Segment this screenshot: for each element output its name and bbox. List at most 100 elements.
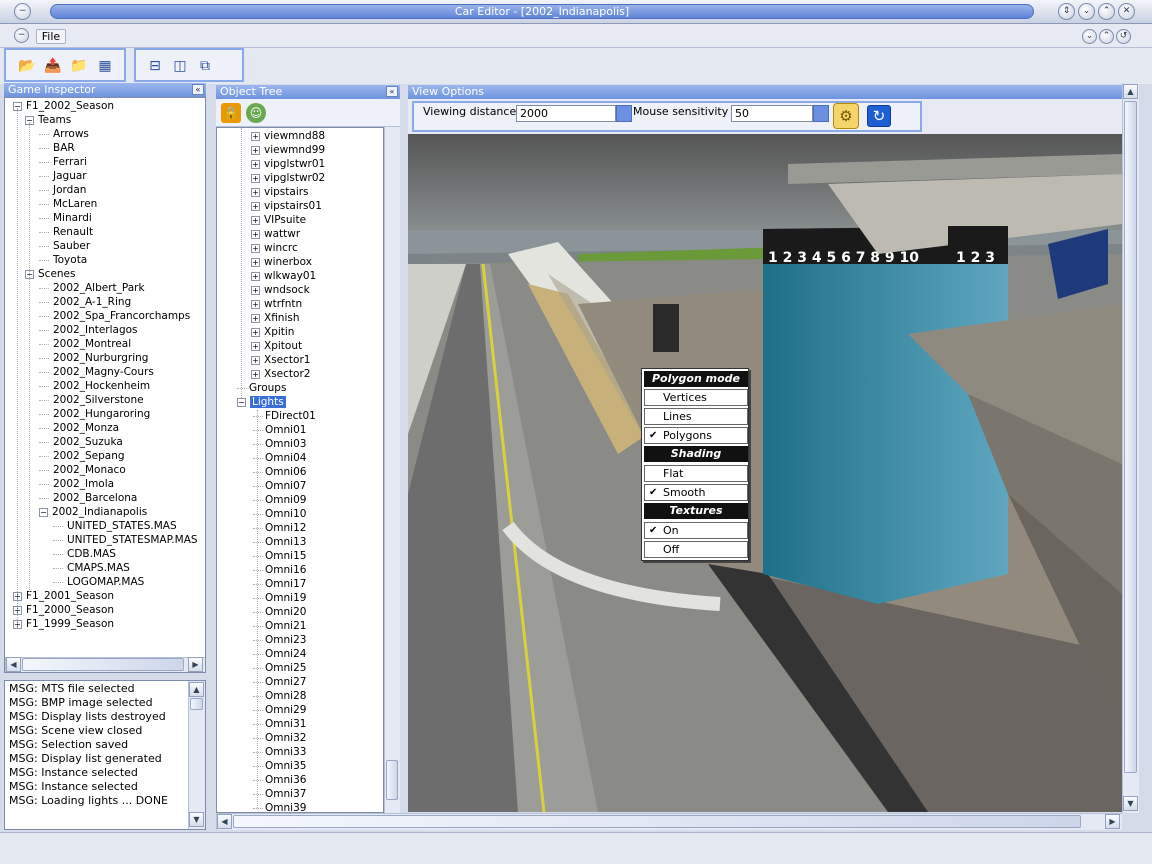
light-item[interactable]: Omni25 [253,661,306,675]
scroll-left-icon[interactable]: ◀ [6,657,21,672]
table-icon[interactable]: ▦ [94,56,116,76]
light-item[interactable]: Omni01 [253,423,306,437]
expand-icon[interactable]: + [251,145,260,155]
system-menu-icon[interactable]: − [14,3,31,20]
object-tree-scrollbar[interactable] [384,127,400,813]
menu-item-smooth[interactable]: ✔ Smooth [644,484,748,501]
object-item[interactable]: Groups [237,381,286,395]
menu-item-flat[interactable]: Flat [644,465,748,482]
light-item[interactable]: Omni29 [253,703,306,717]
tree-item[interactable]: 2002_Interlagos [39,323,138,337]
light-item[interactable]: Omni27 [253,675,306,689]
tree-item[interactable]: Jaguar [39,169,87,183]
tree-item[interactable]: 2002_Silverstone [39,393,144,407]
expand-icon[interactable]: + [251,215,260,225]
tree-item[interactable]: 2002_Hockenheim [39,379,150,393]
doc-maximize-icon[interactable]: ⌃ [1099,29,1114,44]
tree-item[interactable]: McLaren [39,197,97,211]
tree-item[interactable]: Sauber [39,239,90,253]
tree-item[interactable]: 2002_Montreal [39,337,131,351]
collapse-icon[interactable]: « [386,86,398,97]
light-item[interactable]: Omni19 [253,591,306,605]
tree-item[interactable]: + F1_2000_Season [13,603,114,617]
light-item[interactable]: Omni13 [253,535,306,549]
tree-item[interactable]: + F1_1999_Season [13,617,114,631]
expand-icon[interactable]: + [251,355,260,365]
expand-icon[interactable]: + [251,271,260,281]
cascade-icon[interactable]: ⧉ [194,56,216,76]
object-item[interactable]: + Xfinish [251,311,300,325]
light-item[interactable]: Omni21 [253,619,306,633]
collapse-icon[interactable]: « [192,84,204,95]
light-item[interactable]: Omni24 [253,647,306,661]
close-icon[interactable]: ✕ [1118,3,1135,20]
scroll-thumb[interactable] [22,658,184,671]
menu-item-off[interactable]: Off [644,541,748,558]
light-item[interactable]: Omni33 [253,745,306,759]
lock-icon[interactable]: 🔒 [221,103,241,123]
light-item[interactable]: Omni09 [253,493,306,507]
object-item[interactable]: + vipstairs01 [251,199,322,213]
scroll-up-icon[interactable]: ▲ [189,682,204,697]
expand-icon[interactable]: + [251,285,260,295]
light-item[interactable]: Omni23 [253,633,306,647]
expand-icon[interactable]: + [251,341,260,351]
tree-item[interactable]: 2002_Nurburgring [39,351,148,365]
viewing-distance-spinner[interactable] [616,105,632,122]
tree-item[interactable]: Toyota [39,253,87,267]
scroll-right-icon[interactable]: ▶ [188,657,203,672]
light-item[interactable]: Omni07 [253,479,306,493]
expand-icon[interactable]: + [251,159,260,169]
light-item[interactable]: FDirect01 [253,409,316,423]
light-item[interactable]: Omni04 [253,451,306,465]
scroll-up-icon[interactable]: ▲ [1123,84,1138,99]
tree-item[interactable]: − F1_2002_Season [13,99,114,113]
split-horizontal-icon[interactable]: ⊟ [144,56,166,76]
tree-item[interactable]: CMAPS.MAS [53,561,130,575]
tree-item[interactable]: BAR [39,141,75,155]
light-item[interactable]: Omni12 [253,521,306,535]
object-item[interactable]: + Xsector1 [251,353,310,367]
expand-icon[interactable]: + [251,243,260,253]
tree-item[interactable]: Jordan [39,183,86,197]
expand-icon[interactable]: + [251,369,260,379]
object-item[interactable]: + vipstairs [251,185,309,199]
light-item[interactable]: Omni15 [253,549,306,563]
light-item[interactable]: Omni28 [253,689,306,703]
object-item[interactable]: + wndsock [251,283,310,297]
light-item[interactable]: Omni16 [253,563,306,577]
object-item[interactable]: + winerbox [251,255,312,269]
minimize-icon[interactable]: ⌄ [1078,3,1095,20]
refresh-icon[interactable]: ↻ [867,105,891,127]
object-item[interactable]: + Xpitout [251,339,302,353]
tree-item[interactable]: 2002_Monaco [39,463,126,477]
tree-item[interactable]: CDB.MAS [53,547,116,561]
object-item[interactable]: + viewmnd99 [251,143,325,157]
restore-icon[interactable]: ⇕ [1058,3,1075,20]
object-item[interactable]: + wincrc [251,241,298,255]
tree-item[interactable]: 2002_Hungaroring [39,407,150,421]
scene-viewport[interactable]: 1 2 3 4 5 6 7 8 9 10 1 2 3 [408,134,1122,812]
tree-item[interactable]: − Scenes [25,267,75,281]
tree-item[interactable]: − Teams [25,113,71,127]
object-item[interactable]: + VIPsuite [251,213,306,227]
expand-icon[interactable]: + [251,173,260,183]
collapse-node-icon[interactable]: − [39,507,48,517]
object-item[interactable]: − Lights [237,395,286,409]
tree-item[interactable]: Renault [39,225,93,239]
menu-item-on[interactable]: ✔ On [644,522,748,539]
light-item[interactable]: Omni20 [253,605,306,619]
object-item[interactable]: + vipglstwr01 [251,157,325,171]
menu-item-polygons[interactable]: ✔ Polygons [644,427,748,444]
tree-item[interactable]: Ferrari [39,155,87,169]
light-item[interactable]: Omni31 [253,717,306,731]
tree-item[interactable]: 2002_Imola [39,477,114,491]
viewing-distance-input[interactable]: 2000 [516,105,616,122]
light-item[interactable]: Omni06 [253,465,306,479]
expand-icon[interactable]: + [251,327,260,337]
tree-item[interactable]: LOGOMAP.MAS [53,575,144,589]
object-item[interactable]: + viewmnd88 [251,129,325,143]
object-item[interactable]: + Xsector2 [251,367,310,381]
tree-item[interactable]: 2002_Albert_Park [39,281,145,295]
light-item[interactable]: Omni37 [253,787,306,801]
